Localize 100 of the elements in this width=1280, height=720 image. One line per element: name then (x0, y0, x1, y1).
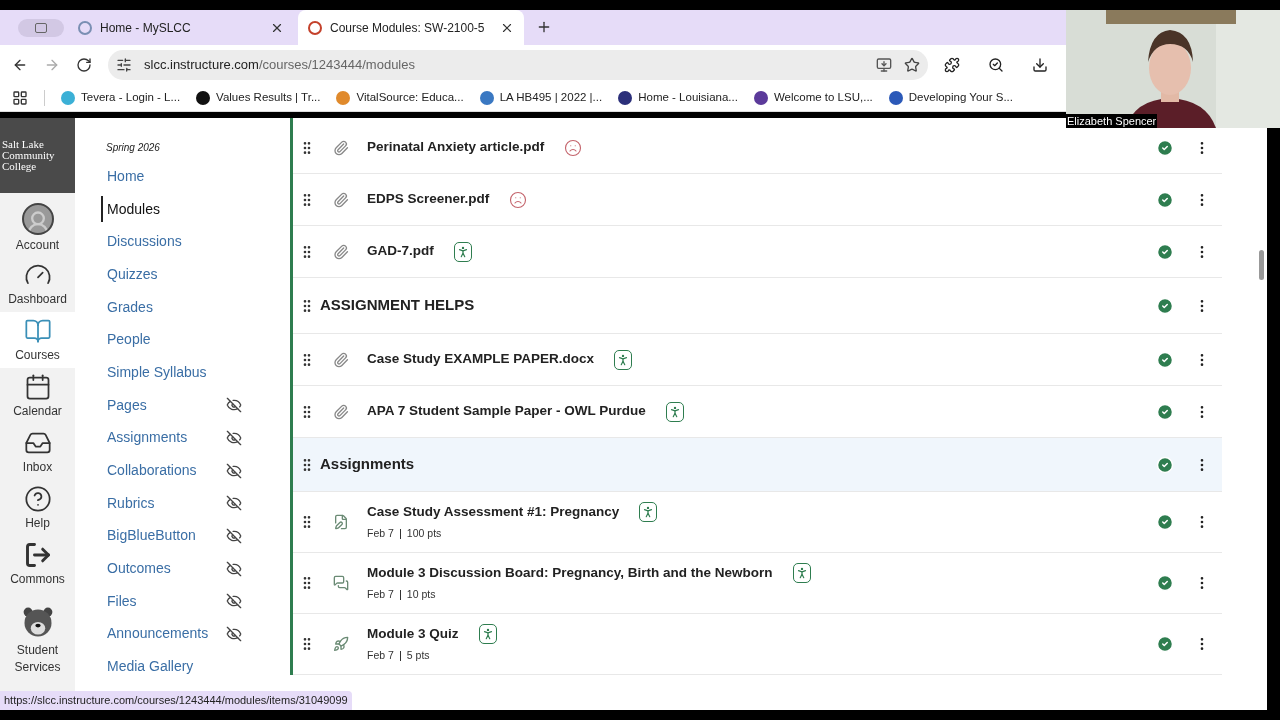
published-icon[interactable] (1156, 513, 1174, 531)
logo-text: Salt Lake (2, 139, 44, 150)
published-icon[interactable] (1156, 242, 1174, 261)
item-title-link[interactable]: EDPS Screener.pdf (367, 189, 490, 210)
course-nav-link[interactable]: Simple Syllabus (101, 361, 207, 383)
accessibility-icon[interactable] (478, 624, 497, 645)
global-nav-item[interactable]: Account (0, 200, 75, 256)
item-title-link[interactable]: Case Study EXAMPLE PAPER.docx (367, 349, 595, 370)
term-label: Spring 2026 (106, 141, 161, 155)
module-header[interactable]: Assignments (293, 438, 1222, 492)
bookmark-link[interactable]: Tevera - Login - L... (81, 89, 181, 107)
global-nav-item[interactable]: Commons (0, 536, 75, 592)
site-settings-icon[interactable] (116, 57, 132, 73)
course-nav-link[interactable]: Quizzes (101, 263, 158, 285)
install-icon[interactable] (876, 57, 892, 73)
search-icon[interactable] (988, 57, 1004, 73)
course-nav-link[interactable]: Home (101, 165, 145, 187)
course-nav-link[interactable]: BigBlueButton (101, 525, 196, 547)
course-nav-link[interactable]: Modules (101, 196, 160, 223)
star-icon[interactable] (904, 57, 920, 73)
reload-icon[interactable] (76, 57, 92, 73)
paperclip-icon (333, 403, 349, 420)
accessibility-icon[interactable] (665, 401, 684, 422)
url-text: slcc.instructure.com/courses/1243444/modules (144, 56, 416, 75)
avatar-icon (21, 202, 54, 235)
item-title-link[interactable]: Module 3 Quiz (367, 624, 459, 645)
global-nav-item[interactable]: Calendar (0, 368, 75, 424)
course-nav-link[interactable]: Assignments (101, 427, 188, 449)
accessibility-icon[interactable] (614, 349, 633, 370)
published-icon[interactable] (1156, 350, 1174, 369)
sad-face-icon[interactable] (509, 190, 528, 209)
global-nav-item[interactable]: Student Services (0, 592, 75, 688)
published-icon[interactable] (1156, 138, 1174, 157)
bookmark-icon (196, 91, 211, 105)
global-nav-item[interactable]: Dashboard (0, 256, 75, 312)
course-nav-link[interactable]: Rubrics (101, 492, 155, 514)
tab-favicon-icon (308, 20, 322, 35)
published-icon[interactable] (1156, 402, 1174, 421)
global-nav-item[interactable]: Inbox (0, 424, 75, 480)
published-icon[interactable] (1156, 296, 1174, 315)
published-icon[interactable] (1156, 455, 1174, 474)
bookmark-link[interactable]: VitalSource: Educa... (356, 89, 464, 107)
bookmark-link[interactable]: Values Results | Tr... (216, 89, 321, 107)
nav-label: Calendar (13, 402, 62, 420)
status-url: https://slcc.instructure.com/courses/1243444/modules/items/31049099 (0, 691, 352, 710)
new-tab-icon[interactable] (536, 19, 552, 35)
back-icon[interactable] (12, 57, 28, 73)
accessibility-icon[interactable] (639, 502, 658, 523)
chat-icon (333, 575, 349, 591)
participant-name: Elizabeth Spencer (1066, 114, 1158, 128)
sad-face-icon[interactable] (564, 138, 583, 157)
extensions-icon[interactable] (944, 57, 960, 73)
global-nav-item[interactable]: Help (0, 480, 75, 536)
due-date: Feb 7 (367, 587, 394, 603)
bookmark-link[interactable]: Developing Your S... (908, 89, 1013, 107)
tab-favicon-icon (78, 20, 92, 35)
tab-search-button[interactable] (18, 19, 64, 37)
due-date: Feb 7 (367, 526, 394, 542)
download-icon[interactable] (1032, 57, 1048, 73)
global-nav-item[interactable]: Courses (0, 312, 75, 368)
bookmark-icon (618, 91, 633, 105)
published-icon[interactable] (1156, 635, 1174, 653)
accessibility-icon[interactable] (453, 241, 472, 262)
bookmark-icon (888, 91, 903, 105)
course-nav-link[interactable]: Files (101, 590, 137, 612)
item-title-link[interactable]: Module 3 Discussion Board: Pregnancy, Birth and the Newborn (367, 563, 773, 584)
course-nav-link[interactable]: Discussions (101, 231, 182, 253)
help-icon (23, 484, 52, 513)
apps-icon[interactable] (12, 90, 28, 106)
nav-label: Student Services (13, 642, 62, 676)
item-title-link[interactable]: Perinatal Anxiety article.pdf (367, 137, 545, 158)
published-icon[interactable] (1156, 574, 1174, 592)
course-nav-link[interactable]: Media Gallery (101, 656, 194, 678)
tab-title: Course Modules: SW-2100-5 (330, 19, 486, 37)
assignment-icon (333, 514, 349, 530)
nav-label: Inbox (22, 458, 53, 476)
course-nav-link[interactable]: Grades (101, 296, 153, 318)
course-nav-link[interactable]: People (101, 329, 151, 351)
course-nav-link[interactable]: Collaborations (101, 460, 197, 482)
bookmark-icon (61, 91, 75, 105)
address-field[interactable]: slcc.instructure.com/courses/1243444/modules (108, 50, 928, 80)
course-nav-link[interactable]: Announcements (101, 623, 209, 645)
paperclip-icon (333, 139, 349, 156)
browser-tab[interactable]: Course Modules: SW-2100-5 (298, 10, 524, 45)
browser-tab[interactable]: Home - MySLCC (68, 10, 294, 45)
bookmark-link[interactable]: Welcome to LSU,... (773, 89, 873, 107)
course-nav-link[interactable]: Pages (101, 394, 147, 416)
points: 5 pts (406, 648, 430, 664)
accessibility-icon[interactable] (792, 563, 811, 584)
bookmark-link[interactable]: LA HB495 | 2022 |... (499, 89, 603, 107)
bookmark-link[interactable]: Home - Louisiana... (638, 89, 738, 107)
nav-label: Help (25, 514, 50, 532)
item-title-link[interactable]: Case Study Assessment #1: Pregnancy (367, 502, 620, 523)
scrollbar-thumb[interactable] (1259, 250, 1264, 280)
course-nav-link[interactable]: Outcomes (101, 558, 171, 580)
item-title-link[interactable]: GAD-7.pdf (367, 241, 434, 262)
item-title-link[interactable]: APA 7 Student Sample Paper - OWL Purdue (367, 401, 646, 422)
published-icon[interactable] (1156, 190, 1174, 209)
logo-text: Community (2, 150, 55, 161)
college-logo[interactable]: Salt Lake Community College (0, 118, 75, 193)
